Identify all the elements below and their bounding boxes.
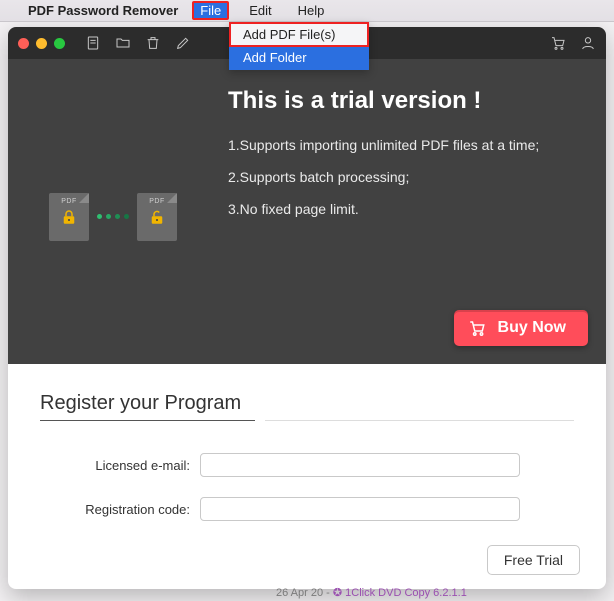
doc-icon[interactable] xyxy=(85,35,101,51)
free-trial-button[interactable]: Free Trial xyxy=(487,545,580,575)
hero-illustration: PDF PDF xyxy=(8,59,218,364)
cart-icon xyxy=(468,319,486,337)
pencil-icon[interactable] xyxy=(175,35,191,51)
menu-edit[interactable]: Edit xyxy=(243,1,277,20)
fullscreen-window-button[interactable] xyxy=(54,38,65,49)
pdf-locked-icon: PDF xyxy=(49,193,89,241)
trial-title: This is a trial version ! xyxy=(228,87,586,115)
trash-icon[interactable] xyxy=(145,35,161,51)
buy-now-button[interactable]: Buy Now xyxy=(454,310,588,346)
register-panel: Register your Program Licensed e-mail: R… xyxy=(8,364,606,589)
email-label: Licensed e-mail: xyxy=(40,458,200,473)
menu-file[interactable]: File xyxy=(192,1,229,20)
progress-dots-icon xyxy=(97,214,129,219)
folder-icon[interactable] xyxy=(115,35,131,51)
menu-add-folder[interactable]: Add Folder xyxy=(229,47,369,70)
app-window: PDF PDF This is a trial version ! 1.Supp… xyxy=(8,27,606,589)
buy-now-label: Buy Now xyxy=(498,319,566,336)
menu-help[interactable]: Help xyxy=(292,1,331,20)
close-window-button[interactable] xyxy=(18,38,29,49)
registration-code-input[interactable] xyxy=(200,497,520,521)
mac-menubar: PDF Password Remover File Edit Help xyxy=(0,0,614,22)
minimize-window-button[interactable] xyxy=(36,38,47,49)
code-label: Registration code: xyxy=(40,502,200,517)
trial-feature-1: 1.Supports importing unlimited PDF files… xyxy=(228,137,586,153)
licensed-email-input[interactable] xyxy=(200,453,520,477)
cart-icon[interactable] xyxy=(550,35,566,51)
trial-feature-2: 2.Supports batch processing; xyxy=(228,169,586,185)
file-dropdown: Add PDF File(s) Add Folder xyxy=(229,22,369,70)
trial-hero: PDF PDF This is a trial version ! 1.Supp… xyxy=(8,59,606,364)
trial-feature-3: 3.No fixed page limit. xyxy=(228,201,586,217)
app-name-label: PDF Password Remover xyxy=(28,3,178,18)
background-page-text: 26 Apr 20 - ✪ 1Click DVD Copy 6.2.1.1 xyxy=(276,586,467,599)
user-icon[interactable] xyxy=(580,35,596,51)
traffic-lights xyxy=(18,38,65,49)
menu-add-pdf-files[interactable]: Add PDF File(s) xyxy=(229,22,369,47)
register-title: Register your Program xyxy=(40,392,574,421)
pdf-unlocked-icon: PDF xyxy=(137,193,177,241)
